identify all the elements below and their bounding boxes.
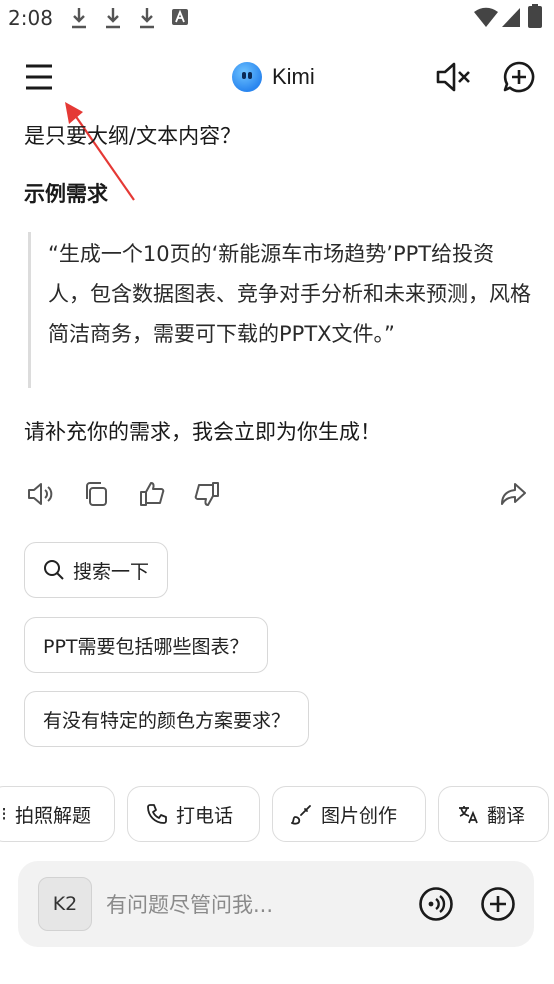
tool-photo-solve[interactable]: ⁝ 拍照解题 (0, 786, 115, 842)
suggestion-chip-ppt-charts[interactable]: PPT需要包括哪些图表？ (24, 617, 268, 673)
download-icon (138, 6, 156, 30)
example-heading: 示例需求 (24, 182, 108, 206)
app-title: Kimi (272, 64, 315, 89)
signal-icon (502, 6, 522, 28)
search-suggestion-label: 搜索一下 (73, 560, 150, 583)
translate-icon (457, 803, 479, 825)
search-icon (43, 559, 65, 581)
thumbs-down-icon[interactable] (193, 480, 221, 508)
brush-icon (291, 803, 313, 825)
menu-icon[interactable] (24, 60, 56, 94)
copy-icon[interactable] (82, 480, 110, 508)
mute-icon[interactable] (434, 60, 472, 94)
voice-call-icon[interactable] (418, 886, 454, 922)
tool-translate[interactable]: 翻译 (438, 786, 549, 842)
tool-image-create[interactable]: 图片创作 (272, 786, 426, 842)
tool-call[interactable]: 打电话 (127, 786, 260, 842)
wifi-icon (474, 6, 498, 28)
chat-input-bar (18, 861, 534, 947)
kimi-logo-icon (232, 62, 262, 92)
message-intro: 是只要大纲/文本内容？ (24, 124, 242, 148)
phone-icon (146, 803, 168, 825)
battery-icon (528, 4, 542, 28)
notification-a-icon (172, 9, 188, 25)
suggestion-chip-color-scheme[interactable]: 有没有特定的颜色方案要求？ (24, 691, 310, 747)
new-chat-icon[interactable] (502, 60, 536, 94)
share-icon[interactable] (500, 480, 528, 508)
model-selector-button[interactable]: K2 (38, 877, 92, 931)
chat-input-field[interactable]: 有问题尽管问我... (106, 889, 273, 919)
download-icon (70, 6, 88, 30)
read-aloud-icon[interactable] (26, 480, 54, 508)
photo-icon: ⁝ (1, 803, 8, 825)
download-icon (104, 6, 122, 30)
example-quote: “生成一个10页的‘新能源车市场趋势’PPT给投资人，包含数据图表、竞争对手分析… (48, 242, 531, 346)
thumbs-up-icon[interactable] (138, 480, 166, 508)
quote-divider (28, 232, 31, 388)
app-brand: Kimi (232, 60, 315, 94)
add-attachment-icon[interactable] (480, 886, 516, 922)
search-suggestion-button[interactable]: 搜索一下 (24, 542, 169, 598)
message-closing: 请补充你的需求，我会立即为你生成！ (24, 420, 381, 444)
status-time: 2:08 (8, 6, 53, 30)
